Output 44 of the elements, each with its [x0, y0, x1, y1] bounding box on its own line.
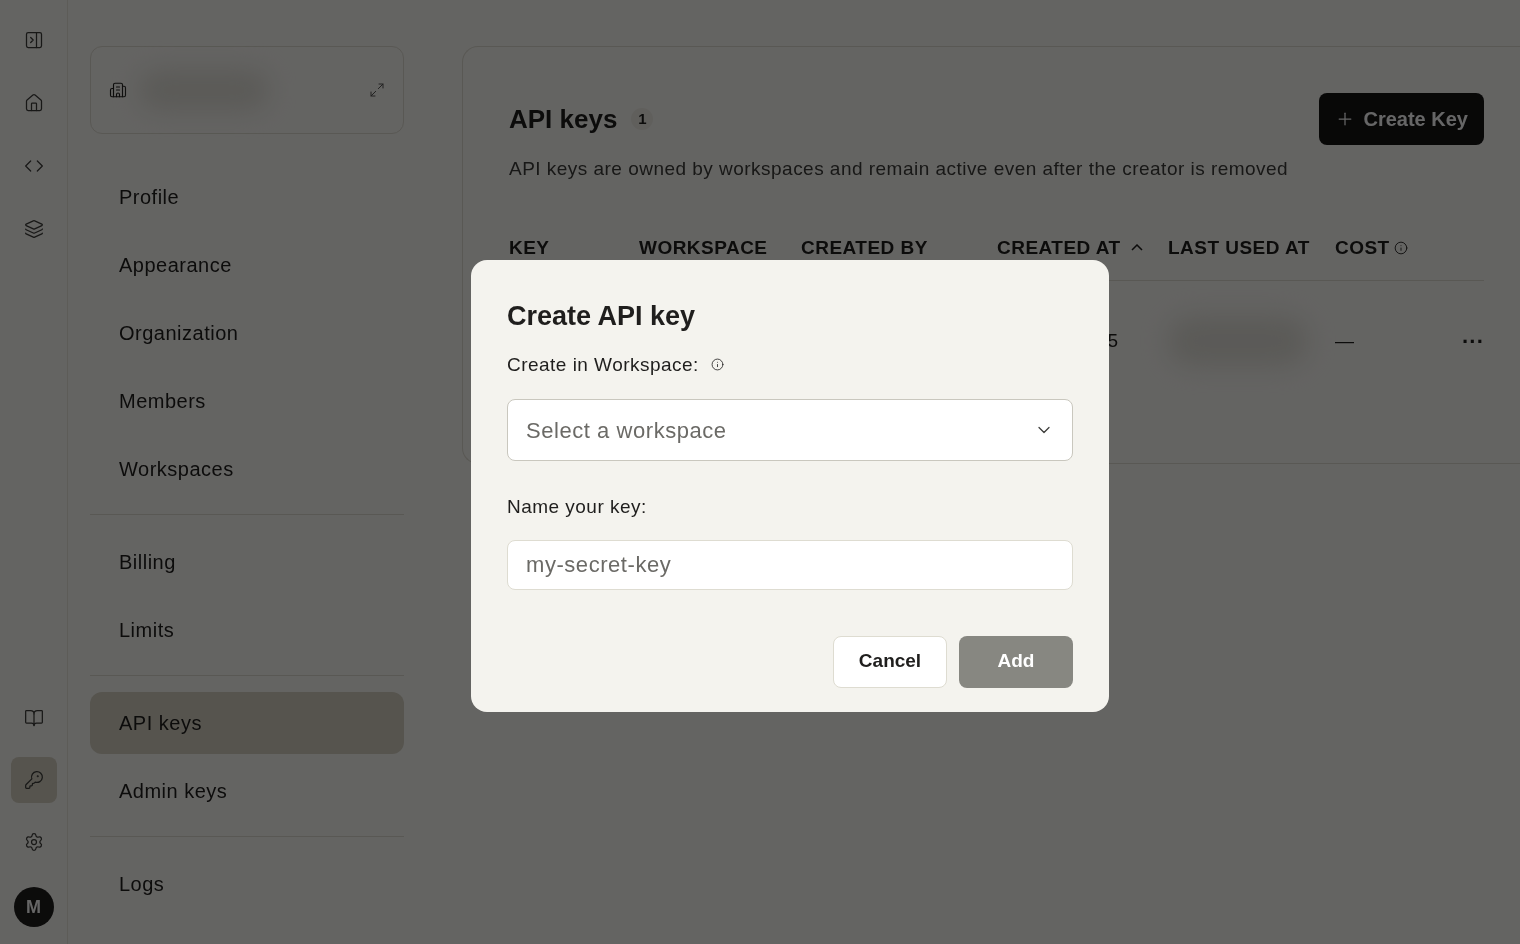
page-title: API keys: [509, 102, 618, 136]
count-badge: 1: [631, 108, 654, 130]
more-button[interactable]: ···: [1462, 324, 1484, 358]
column-header: KEY: [509, 235, 550, 260]
column-header: WORKSPACE: [639, 235, 768, 260]
sidebar-item[interactable]: Workspaces: [90, 438, 404, 500]
description: API keys are owned by workspaces and remain active even after the creator is removed: [509, 157, 1290, 181]
settings-icon: [23, 832, 44, 852]
sort-icon: [1130, 244, 1143, 252]
info-icon: [1393, 240, 1408, 255]
info-icon: [710, 358, 724, 372]
dialog-title: Create API key: [507, 300, 697, 333]
sidebar-item[interactable]: Members: [90, 370, 404, 432]
create-key-button[interactable]: Create Key: [1319, 93, 1484, 145]
cancel-button[interactable]: Cancel: [833, 635, 947, 688]
add-button[interactable]: Add: [959, 635, 1073, 688]
sidebar-item[interactable]: Logs: [90, 853, 404, 915]
expand-icon: [369, 82, 385, 98]
sidebar-item[interactable]: Admin keys: [90, 760, 404, 822]
sidebar-item[interactable]: Profile: [90, 166, 404, 228]
key-icon: [23, 770, 44, 790]
workspace-select[interactable]: Select a workspace: [507, 399, 1073, 461]
field-label: Create in Workspace:: [507, 352, 699, 377]
column-header: COST: [1335, 235, 1390, 260]
sidebar-item[interactable]: API keys: [90, 692, 404, 754]
key-name-field[interactable]: my-secret-key: [507, 539, 1073, 590]
column-header: LAST USED AT: [1168, 235, 1310, 260]
organization-switcher[interactable]: [90, 46, 404, 134]
book-icon: [23, 708, 44, 728]
sidebar-item[interactable]: Limits: [90, 599, 404, 661]
building-icon: [109, 81, 127, 99]
home-icon: [23, 93, 44, 113]
avatar[interactable]: M: [13, 887, 54, 927]
column-header: CREATED BY: [801, 235, 928, 260]
field-label: Name your key:: [507, 495, 648, 519]
column-header: CREATED AT: [997, 235, 1121, 260]
sidebar-item[interactable]: Appearance: [90, 234, 404, 296]
table-cell-text: 5: [1107, 328, 1118, 353]
sidebar-item[interactable]: Billing: [90, 531, 404, 593]
collapse-icon: [23, 30, 44, 50]
key-button[interactable]: [10, 757, 57, 803]
table-cell-text: —: [1335, 328, 1355, 353]
layers-icon: [23, 219, 44, 239]
sidebar-item[interactable]: Organization: [90, 302, 404, 364]
